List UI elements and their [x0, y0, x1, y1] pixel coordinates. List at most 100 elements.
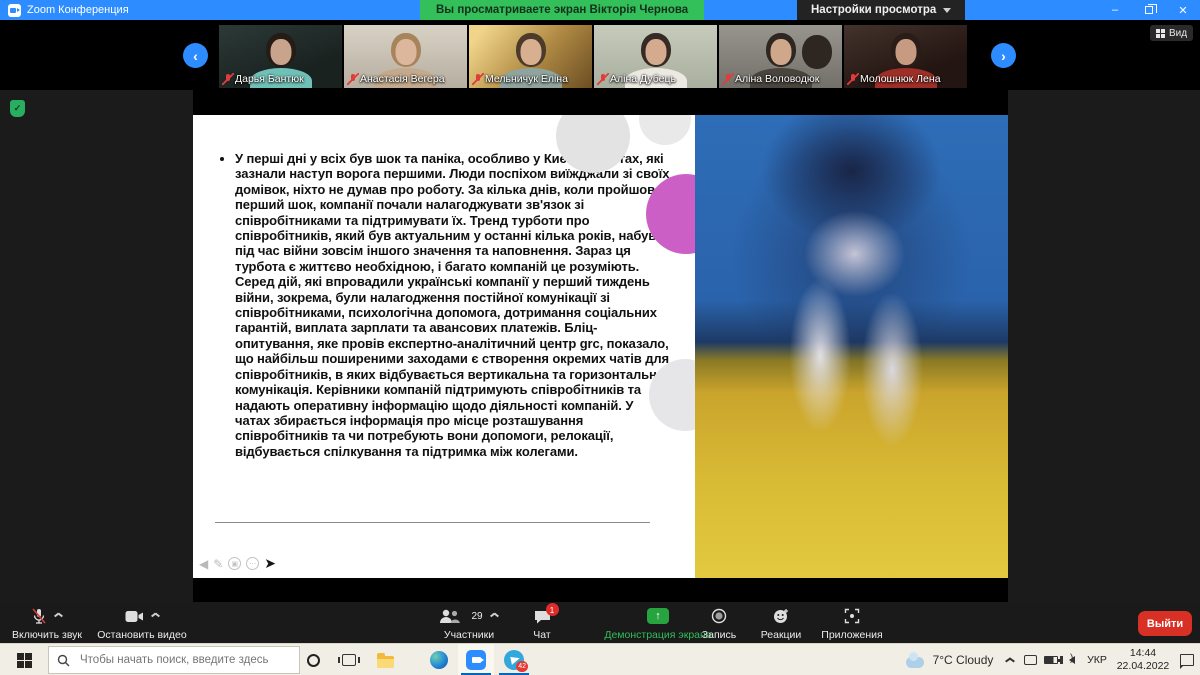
encryption-shield-icon: ✓	[10, 100, 25, 117]
telegram-taskbar-button[interactable]: 42	[496, 644, 532, 675]
participant-tile[interactable]: Аліна Воловодюк	[719, 25, 842, 88]
time: 14:44	[1117, 647, 1170, 660]
view-settings-button[interactable]: Настройки просмотра	[797, 0, 965, 20]
show-all-slides-icon[interactable]: ▣	[228, 557, 241, 570]
view-button[interactable]: Вид	[1150, 25, 1193, 41]
apps-button[interactable]: Приложения	[814, 605, 890, 641]
pen-tool-icon[interactable]: ✎	[213, 558, 223, 570]
chevron-down-icon	[943, 8, 951, 13]
volume-tray-icon[interactable]	[1062, 644, 1082, 675]
participant-name: Молошнюк Лена	[860, 73, 941, 85]
scroll-left-button[interactable]: ‹	[183, 43, 208, 68]
windows-taskbar: 42 7°C Cloudy УКР 14:44 22.04.2022	[0, 643, 1200, 675]
participant-tile[interactable]: Анастасія Вегера	[344, 25, 467, 88]
smiley-reactions-icon	[773, 608, 790, 624]
stop-video-button[interactable]: Остановить видео	[94, 605, 190, 641]
telegram-badge: 42	[516, 661, 528, 672]
start-button[interactable]	[0, 644, 48, 675]
minimize-button[interactable]: –	[1098, 0, 1132, 20]
edge-icon	[430, 651, 448, 669]
apps-icon	[844, 608, 860, 624]
unmute-button[interactable]: Включить звук	[4, 605, 90, 641]
zoom-toolbar: Включить звук Остановить видео 2	[0, 602, 1200, 643]
cortana-button[interactable]	[296, 644, 330, 675]
muted-mic-icon	[598, 74, 607, 85]
screen-share-banner: Вы просматриваете экран Вікторія Чернова	[420, 0, 704, 20]
slide-divider-line	[215, 522, 650, 523]
participant-silhouette	[645, 39, 666, 65]
video-camera-icon	[125, 610, 144, 623]
slideshow-controls: ◀ ✎ ▣ ⋯ ➤	[199, 555, 276, 572]
zoom-app-icon	[8, 4, 21, 17]
muted-mic-icon	[31, 608, 47, 625]
more-options-icon[interactable]: ⋯	[246, 557, 259, 570]
search-input[interactable]	[78, 653, 278, 667]
participant-name: Анастасія Вегера	[360, 73, 445, 85]
clock[interactable]: 14:44 22.04.2022	[1112, 644, 1174, 675]
file-explorer-button[interactable]	[368, 644, 402, 675]
window-title: Zoom Конференция	[27, 4, 129, 16]
previous-slide-icon[interactable]: ◀	[199, 558, 208, 570]
participant-tile[interactable]: Аліна Дубець	[594, 25, 717, 88]
cortana-icon	[307, 654, 320, 667]
screen-share-icon: ↑	[647, 608, 669, 624]
shared-screen-area: ✓ У перші дні у всіх був шок та паніка, …	[0, 90, 1200, 602]
participant-name: Аліна Воловодюк	[735, 73, 819, 85]
chevron-up-icon	[1005, 658, 1014, 663]
folder-icon	[377, 656, 394, 668]
battery-tray-icon[interactable]	[1041, 644, 1061, 675]
display-tray-icon[interactable]	[1020, 644, 1040, 675]
record-icon	[711, 608, 727, 624]
participant-tile[interactable]: Молошнюк Лена	[844, 25, 967, 88]
title-bar: Zoom Конференция Вы просматриваете экран…	[0, 0, 1200, 20]
shared-presentation: У перші дні у всіх був шок та паніка, ос…	[193, 90, 1008, 602]
participant-tile[interactable]: Дарья Бантюк	[219, 25, 342, 88]
view-settings-label: Настройки просмотра	[811, 4, 936, 16]
participant-silhouette	[520, 39, 541, 65]
edge-browser-button[interactable]	[422, 644, 456, 675]
action-center-button[interactable]	[1176, 644, 1198, 675]
task-view-button[interactable]	[332, 644, 366, 675]
zoom-icon	[466, 650, 486, 670]
slide-photo-hands-over-face-ukraine-flag	[695, 115, 1008, 578]
taskbar-search[interactable]	[48, 646, 300, 674]
slide-text-column: У перші дні у всіх був шок та паніка, ос…	[193, 115, 695, 578]
chat-button[interactable]: 1 Чат	[520, 605, 564, 641]
muted-mic-icon	[473, 74, 482, 85]
task-view-icon	[342, 654, 356, 666]
chat-unread-badge: 1	[546, 603, 559, 616]
show-hidden-icons-button[interactable]	[1000, 644, 1018, 675]
zoom-taskbar-button[interactable]	[458, 644, 494, 675]
participant-silhouette	[895, 39, 916, 65]
presentation-slide: У перші дні у всіх був шок та паніка, ос…	[193, 115, 1008, 578]
next-slide-icon[interactable]: ➤	[264, 555, 276, 572]
windows-logo-icon	[17, 653, 32, 668]
record-button[interactable]: Запись	[690, 605, 748, 641]
muted-mic-icon	[848, 74, 857, 85]
maximize-icon	[1145, 6, 1153, 14]
participants-options-chevron[interactable]	[490, 614, 499, 619]
weather-icon	[905, 644, 925, 675]
maximize-button[interactable]	[1132, 0, 1166, 20]
grid-view-icon	[1156, 29, 1165, 38]
participants-button[interactable]: 29 Участники	[426, 605, 512, 641]
video-options-chevron[interactable]	[151, 614, 160, 619]
zoom-meeting-window: Zoom Конференция Вы просматриваете экран…	[0, 0, 1200, 675]
muted-mic-icon	[348, 74, 357, 85]
close-button[interactable]: ✕	[1166, 0, 1200, 20]
participant-name: Аліна Дубець	[610, 73, 676, 85]
window-controls: – ✕	[1098, 0, 1200, 20]
participant-tile[interactable]: Мельничук Еліна	[469, 25, 592, 88]
reactions-button[interactable]: Реакции	[752, 605, 810, 641]
video-strip: ‹ › Вид Дарья Бантюк Анастасія Вегера Ме…	[0, 20, 1200, 90]
muted-mic-icon	[723, 74, 732, 85]
mic-options-chevron[interactable]	[54, 614, 63, 619]
action-center-icon	[1180, 654, 1194, 666]
weather-text[interactable]: 7°C Cloudy	[928, 644, 998, 675]
leave-meeting-button[interactable]: Выйти	[1138, 611, 1192, 636]
participants-icon	[439, 609, 461, 624]
participants-count: 29	[471, 611, 482, 622]
slide-bullet-text: У перші дні у всіх був шок та паніка, ос…	[235, 151, 671, 459]
language-indicator[interactable]: УКР	[1082, 644, 1112, 675]
scroll-right-button[interactable]: ›	[991, 43, 1016, 68]
